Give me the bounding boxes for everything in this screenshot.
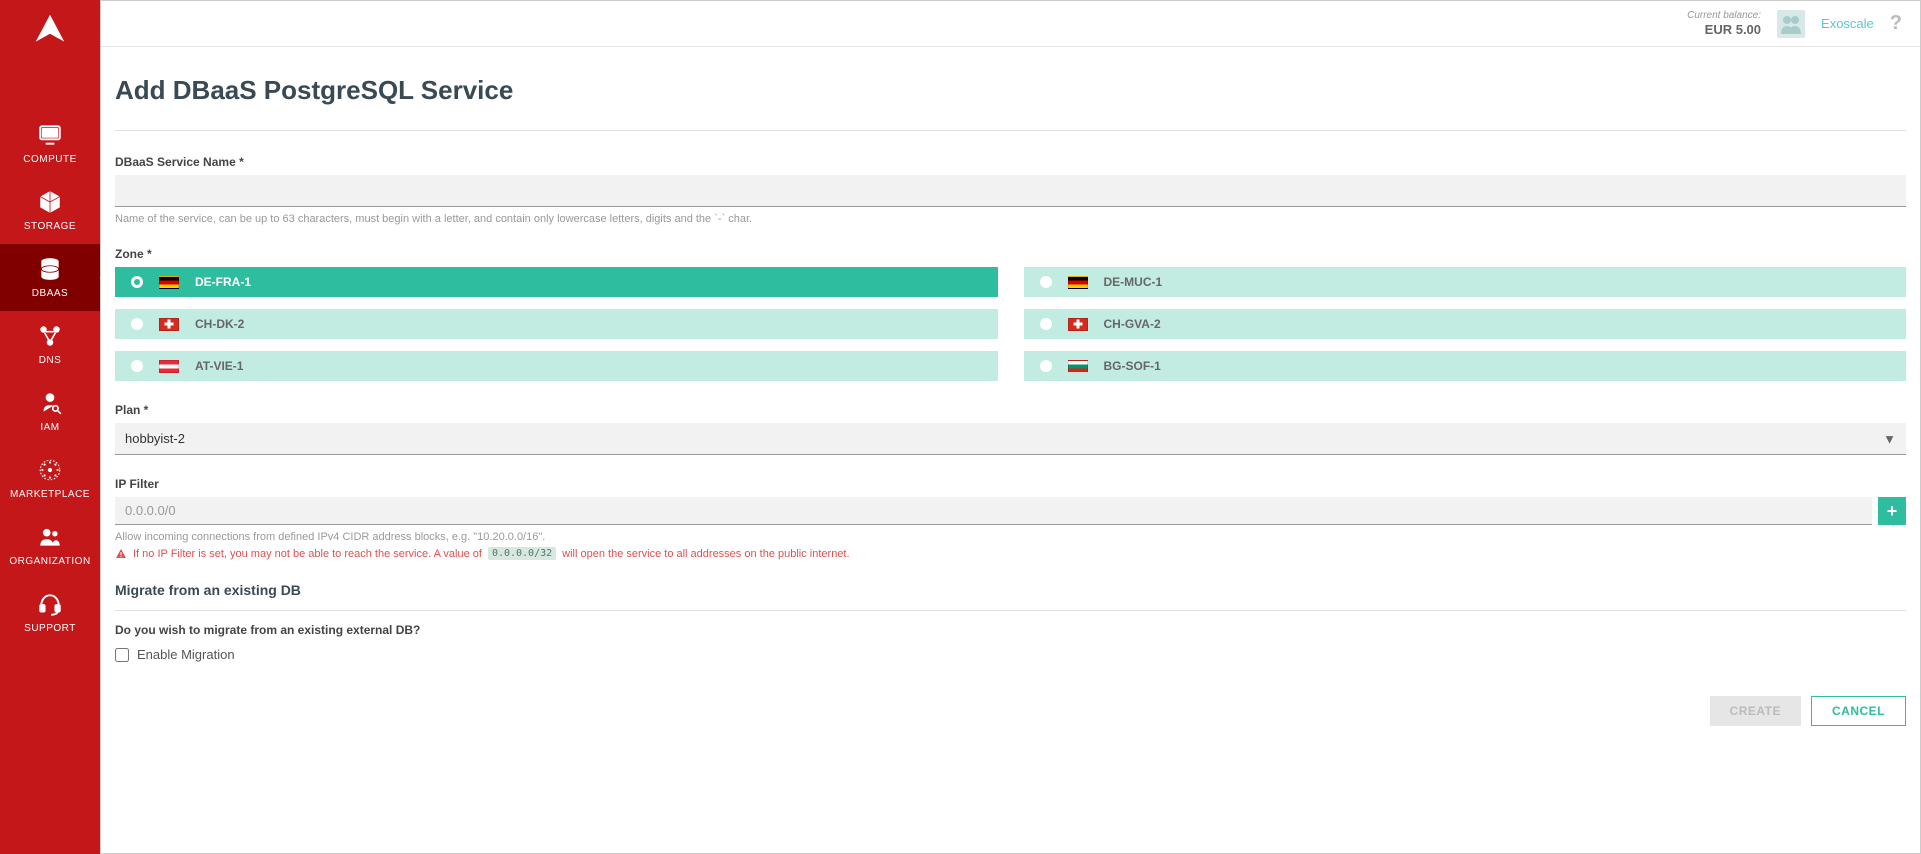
zone-code: DE-FRA-1 <box>195 275 251 289</box>
sidebar-item-iam[interactable]: IAM <box>0 378 100 445</box>
zone-option-de-muc-1[interactable]: DE-MUC-1 <box>1024 267 1907 297</box>
zone-option-at-vie-1[interactable]: AT-VIE-1 <box>115 351 998 381</box>
enable-migration-checkbox[interactable] <box>115 648 129 662</box>
zone-label: Zone * <box>115 247 1906 261</box>
sidebar-item-storage[interactable]: STORAGE <box>0 177 100 244</box>
service-name-input[interactable] <box>115 175 1906 207</box>
divider <box>115 130 1906 131</box>
balance-display: Current balance: EUR 5.00 <box>1687 10 1761 38</box>
zone-option-ch-dk-2[interactable]: CH-DK-2 <box>115 309 998 339</box>
zone-code: CH-DK-2 <box>195 317 244 331</box>
ip-filter-section: IP Filter + Allow incoming connections f… <box>115 477 1906 560</box>
flag-ch-icon <box>159 318 179 331</box>
apps-icon <box>37 457 63 483</box>
enable-migration-row[interactable]: Enable Migration <box>115 647 1906 662</box>
radio-icon <box>131 360 143 372</box>
zone-section: Zone * DE-FRA-1 DE-MUC-1 <box>115 247 1906 381</box>
balance-label: Current balance: <box>1687 10 1761 22</box>
main-panel: Current balance: EUR 5.00 Exoscale ? Add… <box>100 0 1921 854</box>
plan-label: Plan * <box>115 403 1906 417</box>
page-title: Add DBaaS PostgreSQL Service <box>115 75 1906 106</box>
logo-icon <box>31 10 69 51</box>
content-area: Add DBaaS PostgreSQL Service DBaaS Servi… <box>101 47 1920 740</box>
sidebar-item-label: MARKETPLACE <box>10 489 90 500</box>
zone-code: CH-GVA-2 <box>1104 317 1161 331</box>
plan-section: Plan * hobbyist-2 ▼ <box>115 403 1906 455</box>
service-name-label: DBaaS Service Name * <box>115 155 1906 169</box>
help-icon[interactable]: ? <box>1890 12 1902 35</box>
ip-filter-input[interactable] <box>115 497 1872 525</box>
zone-option-bg-sof-1[interactable]: BG-SOF-1 <box>1024 351 1907 381</box>
radio-icon <box>1040 360 1052 372</box>
sidebar-item-label: IAM <box>40 422 59 433</box>
zone-code: AT-VIE-1 <box>195 359 243 373</box>
balance-value: EUR 5.00 <box>1687 22 1761 38</box>
zone-code: DE-MUC-1 <box>1104 275 1163 289</box>
people-icon <box>37 524 63 550</box>
database-icon <box>37 256 63 282</box>
flag-at-icon <box>159 360 179 373</box>
cube-icon <box>37 189 63 215</box>
key-user-icon <box>37 390 63 416</box>
sidebar-item-dns[interactable]: DNS <box>0 311 100 378</box>
flag-de-icon <box>1068 276 1088 289</box>
ip-filter-helper: Allow incoming connections from defined … <box>115 531 1906 543</box>
create-button[interactable]: CREATE <box>1710 696 1801 726</box>
logo[interactable] <box>0 0 100 60</box>
sidebar-item-marketplace[interactable]: MARKETPLACE <box>0 445 100 512</box>
ip-filter-warning: If no IP Filter is set, you may not be a… <box>115 547 1906 560</box>
sidebar-item-label: COMPUTE <box>23 154 77 165</box>
plan-select[interactable]: hobbyist-2 <box>115 423 1906 455</box>
sidebar-item-dbaas[interactable]: DBAAS <box>0 244 100 311</box>
radio-icon <box>1040 318 1052 330</box>
zone-grid: DE-FRA-1 DE-MUC-1 CH-DK-2 <box>115 267 1906 381</box>
migrate-question: Do you wish to migrate from an existing … <box>115 623 1906 637</box>
sidebar-item-label: ORGANIZATION <box>9 556 90 567</box>
headset-icon <box>37 591 63 617</box>
enable-migration-label: Enable Migration <box>137 647 235 662</box>
sidebar-item-label: DNS <box>39 355 62 366</box>
service-name-section: DBaaS Service Name * Name of the service… <box>115 155 1906 225</box>
ip-filter-label: IP Filter <box>115 477 1906 491</box>
sidebar-item-label: SUPPORT <box>24 623 76 634</box>
sidebar-item-organization[interactable]: ORGANIZATION <box>0 512 100 579</box>
zone-option-de-fra-1[interactable]: DE-FRA-1 <box>115 267 998 297</box>
flag-bg-icon <box>1068 360 1088 373</box>
service-name-helper: Name of the service, can be up to 63 cha… <box>115 213 1906 225</box>
sidebar-item-support[interactable]: SUPPORT <box>0 579 100 646</box>
flag-ch-icon <box>1068 318 1088 331</box>
radio-icon <box>131 318 143 330</box>
warning-icon <box>115 548 127 560</box>
flag-de-icon <box>159 276 179 289</box>
plus-icon: + <box>1887 501 1898 522</box>
footer-actions: CREATE CANCEL <box>115 696 1906 726</box>
migrate-header: Migrate from an existing DB <box>115 582 1906 598</box>
org-name-link[interactable]: Exoscale <box>1821 16 1874 31</box>
topbar: Current balance: EUR 5.00 Exoscale ? <box>101 1 1920 47</box>
zone-option-ch-gva-2[interactable]: CH-GVA-2 <box>1024 309 1907 339</box>
warning-text-post: will open the service to all addresses o… <box>562 548 849 560</box>
sidebar-item-compute[interactable]: COMPUTE <box>0 110 100 177</box>
radio-icon <box>1040 276 1052 288</box>
network-icon <box>37 323 63 349</box>
avatar[interactable] <box>1777 10 1805 38</box>
zone-code: BG-SOF-1 <box>1104 359 1161 373</box>
cancel-button[interactable]: CANCEL <box>1811 696 1906 726</box>
warning-text-pre: If no IP Filter is set, you may not be a… <box>133 548 482 560</box>
radio-icon <box>131 276 143 288</box>
add-ip-button[interactable]: + <box>1878 497 1906 525</box>
warning-code: 0.0.0.0/32 <box>488 547 556 560</box>
divider <box>115 610 1906 611</box>
monitor-icon <box>37 122 63 148</box>
sidebar: COMPUTE STORAGE DBAAS DNS IAM <box>0 0 100 854</box>
migrate-section: Migrate from an existing DB Do you wish … <box>115 582 1906 662</box>
sidebar-item-label: DBAAS <box>32 288 68 299</box>
sidebar-item-label: STORAGE <box>24 221 76 232</box>
avatar-icon <box>1779 14 1803 34</box>
